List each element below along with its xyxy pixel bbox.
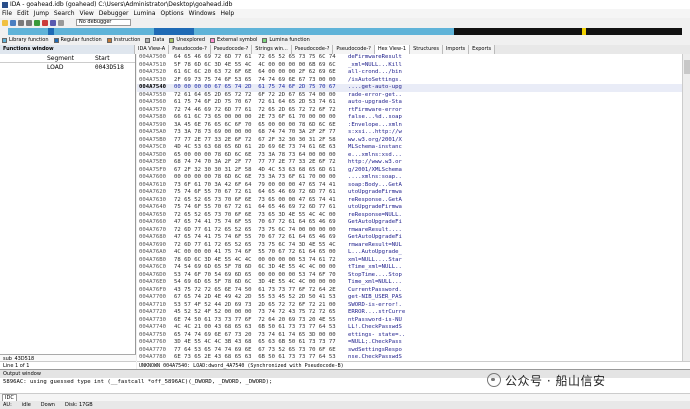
function-segment-cell: LOAD (47, 64, 64, 71)
tab-imports[interactable]: Imports (442, 45, 470, 54)
forward-icon[interactable] (26, 19, 32, 26)
menu-lumina[interactable]: Lumina (133, 10, 155, 17)
legend-label: Regular function (60, 37, 102, 43)
legend-item: Library function (2, 37, 49, 43)
function-line-info: Line 1 of 1 (0, 361, 136, 369)
column-header-segment[interactable]: Segment (45, 54, 93, 62)
legend-item: Data (145, 37, 164, 43)
legend-swatch (169, 37, 175, 43)
legend-label: Library function (9, 37, 49, 43)
navigation-band[interactable] (8, 28, 682, 35)
function-start-cell: 0043D518 (95, 64, 124, 71)
hex-view[interactable]: 004A7500 64 65 46 69 72 6D 77 61 72 65 52… (137, 54, 682, 361)
status-direction: Down (40, 402, 55, 408)
ida-app-icon (2, 1, 8, 8)
legend-label: Instruction (113, 37, 141, 43)
legend-swatch (145, 37, 151, 43)
nav-segment-library (194, 28, 454, 35)
navigation-legend: Library function Regular function Instru… (0, 36, 690, 44)
menu-bar: File Edit Jump Search View Debugger Lumi… (0, 9, 690, 18)
back-icon[interactable] (18, 19, 24, 26)
table-row[interactable]: LOAD 0043D518 (0, 63, 135, 72)
tab-hex-view[interactable]: Hex View-1 (374, 45, 411, 54)
search-icon[interactable] (50, 19, 56, 26)
tab-functions-window[interactable]: Functions window (0, 45, 135, 54)
menu-jump[interactable]: Jump (34, 10, 49, 17)
hex-bytes[interactable]: 6E 73 65 2E 43 68 65 63 6B 50 61 73 73 7… (174, 354, 336, 361)
stop-icon[interactable] (42, 19, 48, 26)
open-icon[interactable] (2, 19, 8, 26)
menu-file[interactable]: File (2, 10, 12, 17)
legend-swatch (2, 37, 7, 43)
toolbar: No debugger (0, 18, 690, 27)
legend-label: External symbol (217, 37, 258, 43)
legend-label: Lumina function (269, 37, 310, 43)
legend-item: Lumina function (262, 37, 310, 43)
functions-window: Segment Start LOAD 0043D518 sub_43D518 (0, 54, 136, 362)
nav-segment-library (8, 28, 48, 35)
menu-view[interactable]: View (80, 10, 94, 17)
nav-segment-library (54, 28, 154, 35)
menu-help[interactable]: Help (220, 10, 234, 17)
tab-pseudocode[interactable]: Pseudocode-? (291, 45, 334, 54)
command-line[interactable]: IDC (0, 393, 690, 402)
nav-segment-data (454, 28, 582, 35)
hex-status-line: UNKNOWN 004A7540: LOAD:dword_4A7540 (Syn… (137, 361, 690, 369)
column-header-start[interactable]: Start (93, 54, 133, 62)
watermark-text: 公众号 · 船山信安 (505, 373, 606, 388)
hex-ascii[interactable]: nse.CheckPasswdS (348, 354, 402, 361)
wechat-icon (487, 373, 501, 387)
column-header-name[interactable] (0, 54, 45, 62)
legend-swatch (106, 37, 112, 43)
status-bar: AU: idle Down Disk: 17GB (0, 401, 690, 409)
settings-icon[interactable] (58, 19, 64, 26)
legend-swatch (53, 37, 59, 43)
title-bar: IDA - goahead.idb (goahead) C:\Users\Adm… (0, 0, 690, 9)
tab-exports[interactable]: Exports (469, 45, 496, 54)
legend-item: External symbol (210, 37, 257, 43)
status-disk: Disk: 17GB (64, 402, 93, 408)
menu-debugger[interactable]: Debugger (99, 10, 129, 17)
nav-segment-regular (154, 28, 194, 35)
hex-scrollbar[interactable] (682, 54, 690, 361)
legend-label: Data (152, 37, 165, 43)
legend-item: Regular function (53, 37, 102, 43)
status-state: idle (21, 402, 31, 408)
menu-windows[interactable]: Windows (189, 10, 216, 17)
legend-swatch (210, 37, 216, 43)
tab-structures[interactable]: Structures (410, 45, 443, 54)
status-mode: AU: (3, 402, 12, 408)
menu-edit[interactable]: Edit (17, 10, 29, 17)
wechat-watermark: 公众号 · 船山信安 (487, 369, 605, 391)
tab-pseudocode[interactable]: Pseudocode-? (210, 45, 253, 54)
hex-row[interactable]: 004A7780 6E 73 65 2E 43 68 65 63 6B 50 61… (137, 354, 682, 361)
window-title: IDA - goahead.idb (goahead) C:\Users\Adm… (10, 1, 233, 8)
legend-item: Instruction (106, 37, 141, 43)
debugger-select[interactable]: No debugger (76, 19, 131, 26)
scrollbar-thumb[interactable] (684, 60, 690, 74)
tab-strings-window[interactable]: Strings win... (252, 45, 292, 54)
functions-header: Segment Start (0, 54, 135, 63)
tab-pseudocode[interactable]: Pseudocode-? (169, 45, 211, 54)
legend-label: Unexplored (176, 37, 206, 43)
hex-address: 004A7780 (139, 354, 166, 360)
tab-pseudocode[interactable]: Pseudocode-? (333, 45, 375, 54)
menu-search[interactable]: Search (54, 10, 75, 17)
legend-swatch (262, 37, 268, 43)
menu-options[interactable]: Options (161, 10, 184, 17)
tab-ida-view-a[interactable]: IDA View-A (135, 45, 170, 54)
run-icon[interactable] (34, 19, 40, 26)
nav-segment-data (586, 28, 682, 35)
save-icon[interactable] (10, 19, 16, 26)
legend-item: Unexplored (169, 37, 205, 43)
function-name-cell (0, 63, 45, 72)
tab-bar: Functions window IDA View-A Pseudocode-?… (0, 45, 690, 54)
